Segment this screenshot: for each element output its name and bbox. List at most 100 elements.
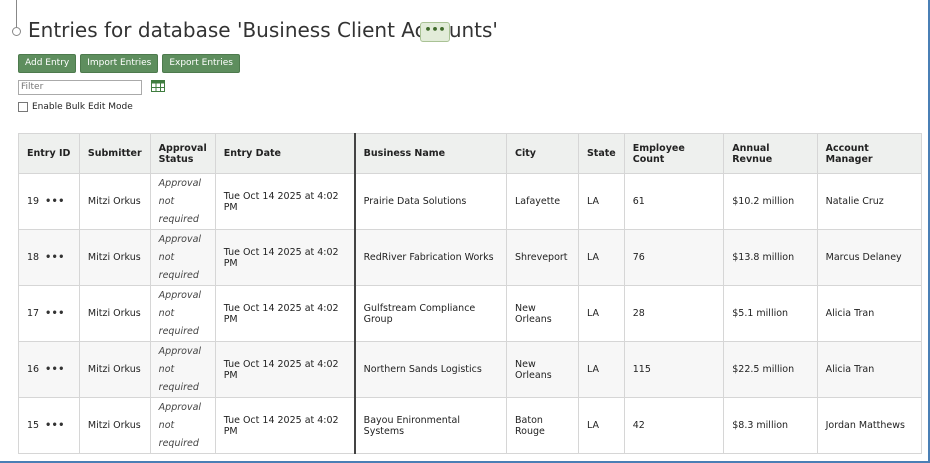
approval-status-cell: Approval not required [149, 173, 216, 230]
submitter-cell: Mitzi Orkus [78, 285, 151, 342]
approval-line: Approval [158, 289, 202, 301]
approval-line: not [158, 195, 175, 207]
approval-line: not [158, 419, 175, 431]
account-manager-cell: Natalie Cruz [816, 173, 923, 230]
bulk-edit-toggle[interactable]: Enable Bulk Edit Mode [18, 102, 133, 112]
approval-line: required [158, 381, 199, 393]
export-entries-button[interactable]: Export Entries [162, 54, 240, 73]
tree-connector-line [16, 0, 17, 28]
state-cell: LA [577, 397, 625, 454]
entry-date-cell: Tue Oct 14 2025 at 4:02 PM [214, 229, 356, 286]
approval-line: Approval [158, 233, 202, 245]
submitter-cell: Mitzi Orkus [78, 397, 151, 454]
approval-line: required [158, 437, 199, 449]
approval-status-cell: Approval not required [149, 341, 216, 398]
entry-id: 19 [27, 196, 40, 207]
column-header-city[interactable]: City [506, 133, 579, 174]
entry-id: 16 [27, 364, 40, 375]
column-header-entry-date[interactable]: Entry Date [214, 133, 356, 174]
entry-id-cell: 15 ••• [18, 397, 80, 454]
entry-date-cell: Tue Oct 14 2025 at 4:02 PM [214, 285, 356, 342]
tree-node-circle [12, 27, 21, 36]
approval-line: required [158, 269, 199, 281]
state-cell: LA [577, 173, 625, 230]
approval-status-cell: Approval not required [149, 397, 216, 454]
bulk-edit-checkbox[interactable] [18, 102, 28, 112]
row-menu-button[interactable]: ••• [45, 196, 65, 207]
entry-id-cell: 18 ••• [18, 229, 80, 286]
entry-date-cell: Tue Oct 14 2025 at 4:02 PM [214, 173, 356, 230]
account-manager-cell: Alicia Tran [816, 285, 923, 342]
business-name-cell: Gulfstream Compliance Group [354, 285, 507, 342]
entries-table-container: Entry ID Submitter Approval Status Entry… [18, 133, 923, 454]
annual-revenue-cell: $10.2 million [723, 173, 818, 230]
approval-line: Approval [158, 177, 202, 189]
table-row[interactable]: 19 ••• Mitzi Orkus Approval not required Tu… [18, 173, 923, 230]
row-menu-button[interactable]: ••• [45, 308, 65, 319]
entry-id: 15 [27, 420, 40, 431]
import-entries-button[interactable]: Import Entries [80, 54, 159, 73]
column-header-account-manager[interactable]: Account Manager [816, 133, 923, 174]
state-cell: LA [577, 341, 625, 398]
entry-id: 17 [27, 308, 40, 319]
row-menu-button[interactable]: ••• [45, 420, 65, 431]
table-row[interactable]: 17 ••• Mitzi Orkus Approval not required Tu… [18, 285, 923, 342]
annual-revenue-cell: $5.1 million [723, 285, 818, 342]
annual-revenue-cell: $22.5 million [723, 341, 818, 398]
account-manager-cell: Jordan Matthews [816, 397, 923, 454]
table-row[interactable]: 16 ••• Mitzi Orkus Approval not required Tu… [18, 341, 923, 398]
column-header-state[interactable]: State [577, 133, 625, 174]
entry-id-cell: 16 ••• [18, 341, 80, 398]
column-header-annual-revenue[interactable]: Annual Revnue [723, 133, 818, 174]
city-cell: New Orleans [506, 285, 579, 342]
account-manager-cell: Alicia Tran [816, 341, 923, 398]
column-header-employee-count[interactable]: Employee Count [623, 133, 725, 174]
business-name-cell: Bayou Enironmental Systems [354, 397, 507, 454]
approval-line: not [158, 307, 175, 319]
column-header-entry-id[interactable]: Entry ID [18, 133, 80, 174]
row-menu-button[interactable]: ••• [45, 364, 65, 375]
approval-line: required [158, 325, 199, 337]
approval-line: required [158, 213, 199, 225]
state-cell: LA [577, 229, 625, 286]
city-cell: Lafayette [506, 173, 579, 230]
approval-line: Approval [158, 345, 202, 357]
entry-date-cell: Tue Oct 14 2025 at 4:02 PM [214, 341, 356, 398]
database-more-button[interactable]: ••• [420, 22, 450, 42]
entry-id: 18 [27, 252, 40, 263]
account-manager-cell: Marcus Delaney [816, 229, 923, 286]
business-name-cell: Northern Sands Logistics [354, 341, 507, 398]
city-cell: New Orleans [506, 341, 579, 398]
column-header-submitter[interactable]: Submitter [78, 133, 151, 174]
city-cell: Shreveport [506, 229, 579, 286]
annual-revenue-cell: $13.8 million [723, 229, 818, 286]
entry-id-cell: 17 ••• [18, 285, 80, 342]
approval-status-cell: Approval not required [149, 229, 216, 286]
table-header-row: Entry ID Submitter Approval Status Entry… [18, 133, 923, 174]
employee-count-cell: 28 [623, 285, 725, 342]
table-row[interactable]: 18 ••• Mitzi Orkus Approval not required Tu… [18, 229, 923, 286]
bulk-edit-label: Enable Bulk Edit Mode [32, 102, 133, 112]
submitter-cell: Mitzi Orkus [78, 341, 151, 398]
submitter-cell: Mitzi Orkus [78, 229, 151, 286]
table-view-icon[interactable] [151, 80, 165, 92]
approval-status-cell: Approval not required [149, 285, 216, 342]
annual-revenue-cell: $8.3 million [723, 397, 818, 454]
table-row[interactable]: 15 ••• Mitzi Orkus Approval not required Tu… [18, 397, 923, 454]
column-header-approval-status[interactable]: Approval Status [149, 133, 216, 174]
employee-count-cell: 61 [623, 173, 725, 230]
employee-count-cell: 115 [623, 341, 725, 398]
row-menu-button[interactable]: ••• [45, 252, 65, 263]
business-name-cell: Prairie Data Solutions [354, 173, 507, 230]
approval-line: not [158, 251, 175, 263]
submitter-cell: Mitzi Orkus [78, 173, 151, 230]
add-entry-button[interactable]: Add Entry [18, 54, 77, 73]
business-name-cell: RedRiver Fabrication Works [354, 229, 507, 286]
employee-count-cell: 76 [623, 229, 725, 286]
filter-input[interactable] [18, 80, 142, 95]
column-header-business-name[interactable]: Business Name [354, 133, 507, 174]
entry-date-cell: Tue Oct 14 2025 at 4:02 PM [214, 397, 356, 454]
approval-line: Approval [158, 401, 202, 413]
entries-table: Entry ID Submitter Approval Status Entry… [18, 133, 923, 454]
city-cell: Baton Rouge [506, 397, 579, 454]
